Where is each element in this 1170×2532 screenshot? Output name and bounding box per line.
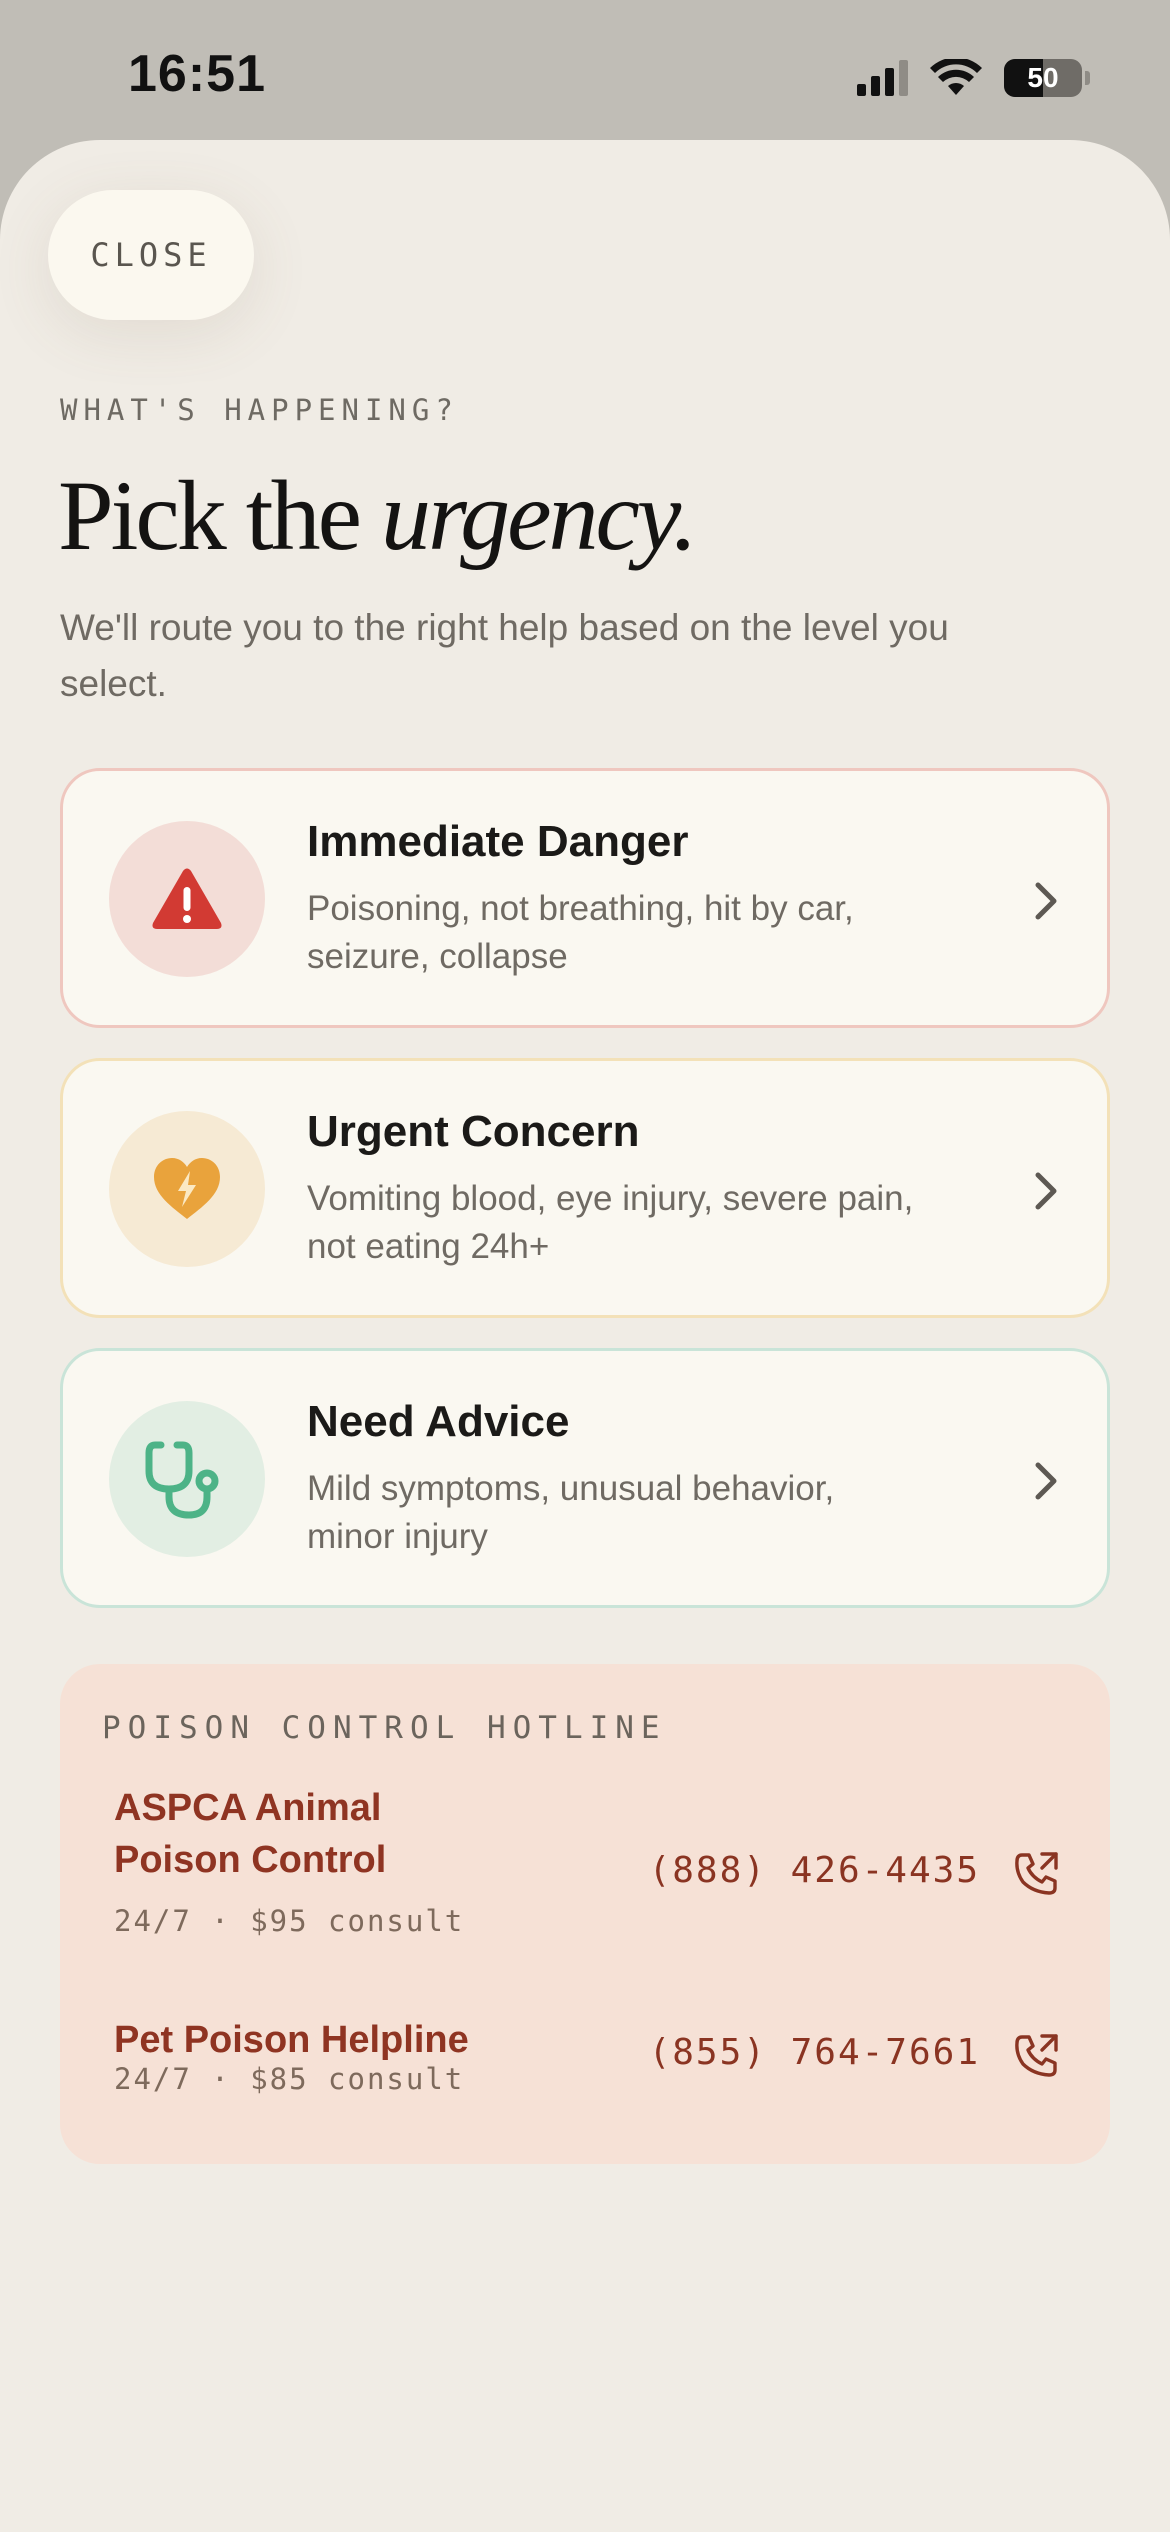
- warning-triangle-icon: [152, 868, 222, 929]
- hotline-name: ASPCA Animal Poison Control: [114, 1782, 386, 1886]
- hotline-meta: 24/7 · $95 consult: [114, 1904, 465, 1938]
- page-title: Pick the urgency.: [58, 458, 698, 573]
- wifi-icon: [930, 59, 982, 95]
- option-immediate-danger[interactable]: Immediate Danger Poisoning, not breathin…: [60, 768, 1110, 1028]
- option-icon-circle: [109, 1401, 265, 1557]
- option-title: Immediate Danger: [307, 817, 689, 866]
- battery-level: 50: [1027, 62, 1059, 93]
- status-time: 16:51: [128, 45, 266, 103]
- hotline-name-line2: Poison Control: [114, 1839, 387, 1881]
- phone-call-icon[interactable]: [1014, 2032, 1060, 2078]
- poison-control-hotline: POISON CONTROL HOTLINE ASPCA Animal Pois…: [60, 1664, 1110, 2164]
- heart-bolt-icon: [154, 1158, 220, 1219]
- close-button[interactable]: CLOSE: [48, 190, 254, 320]
- option-icon-circle: [109, 821, 265, 977]
- battery-icon: 50: [1004, 59, 1082, 97]
- option-title: Urgent Concern: [307, 1107, 640, 1156]
- option-need-advice[interactable]: Need Advice Mild symptoms, unusual behav…: [60, 1348, 1110, 1608]
- chevron-right-icon: [1035, 1172, 1057, 1210]
- cellular-signal-icon: [857, 60, 908, 96]
- status-bar: 16:51 50: [0, 0, 1170, 150]
- option-description: Vomiting blood, eye injury, severe pain,…: [307, 1179, 914, 1266]
- chevron-right-icon: [1035, 1462, 1057, 1500]
- chevron-right-icon: [1035, 882, 1057, 920]
- hotline-name-line1: ASPCA Animal: [114, 1787, 382, 1829]
- hotline-heading: POISON CONTROL HOTLINE: [102, 1710, 667, 1746]
- option-description: Poisoning, not breathing, hit by car, se…: [307, 889, 854, 976]
- option-title: Need Advice: [307, 1397, 570, 1446]
- title-plain: Pick the: [58, 460, 381, 571]
- hotline-phone[interactable]: (888) 426-4435: [649, 1850, 980, 1891]
- hotline-phone[interactable]: (855) 764-7661: [649, 2032, 980, 2073]
- urgency-sheet: CLOSE WHAT'S HAPPENING? Pick the urgency…: [0, 140, 1170, 2532]
- option-urgent-concern[interactable]: Urgent Concern Vomiting blood, eye injur…: [60, 1058, 1110, 1318]
- section-eyebrow: WHAT'S HAPPENING?: [60, 393, 459, 427]
- title-italic: urgency.: [380, 460, 698, 571]
- option-icon-circle: [109, 1111, 265, 1267]
- hotline-meta: 24/7 · $85 consult: [114, 2062, 465, 2096]
- hotline-name: Pet Poison Helpline: [114, 2019, 469, 2061]
- status-icons: 50: [857, 56, 1090, 100]
- stethoscope-icon: [145, 1441, 219, 1519]
- page-subtitle: We'll route you to the right help based …: [60, 607, 949, 704]
- option-description: Mild symptoms, unusual behavior, minor i…: [307, 1469, 835, 1556]
- phone-call-icon[interactable]: [1014, 1850, 1060, 1896]
